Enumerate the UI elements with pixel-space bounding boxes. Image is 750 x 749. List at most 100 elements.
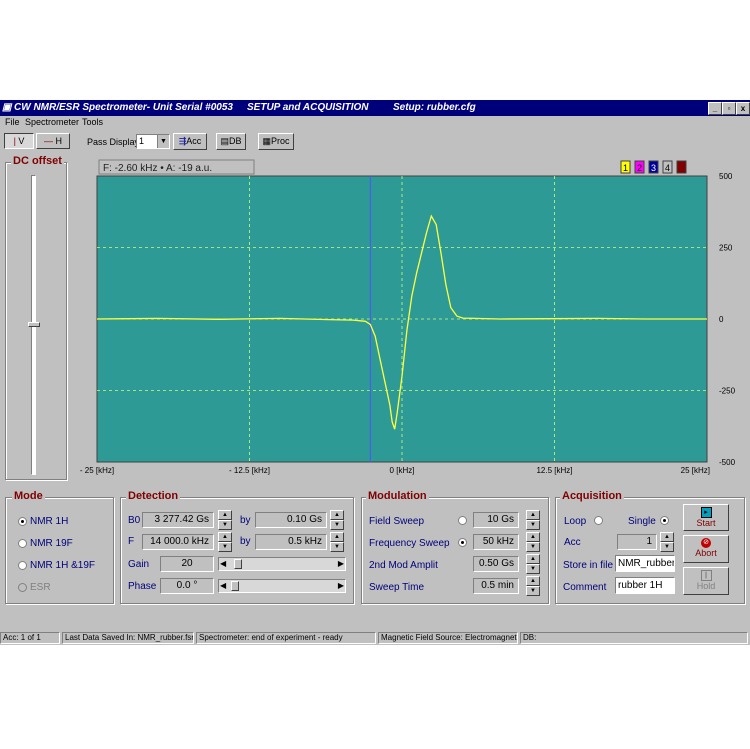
- x-tick-label: - 12.5 [kHz]: [229, 466, 270, 475]
- vertical-mode-button[interactable]: | V: [4, 133, 34, 149]
- gain-field[interactable]: 20: [160, 556, 214, 572]
- abort-button-label: Abort: [695, 548, 717, 558]
- hold-button[interactable]: ∥ Hold: [683, 567, 729, 595]
- single-label: Single: [628, 516, 656, 527]
- y-tick-label: 250: [719, 244, 733, 253]
- start-button-label: Start: [696, 518, 716, 528]
- b0-stepper[interactable]: ▲ ▼: [218, 510, 232, 530]
- b0-step-stepper[interactable]: ▲ ▼: [330, 510, 344, 530]
- mode-label: Mode: [12, 490, 45, 502]
- main-window: ▣ CW NMR/ESR Spectrometer- Unit Serial #…: [0, 100, 750, 645]
- spin-down-icon[interactable]: ▼: [660, 542, 674, 552]
- store-file-input[interactable]: NMR_rubber: [615, 555, 675, 572]
- spin-up-icon[interactable]: ▲: [330, 510, 344, 520]
- chevron-down-icon[interactable]: ▼: [157, 135, 169, 148]
- mode-radio[interactable]: [18, 517, 27, 526]
- phase-slider-thumb[interactable]: [231, 581, 240, 591]
- spin-down-icon[interactable]: ▼: [526, 564, 540, 574]
- frequency-sweep-field[interactable]: 50 kHz: [473, 534, 519, 550]
- gain-slider-thumb[interactable]: [234, 559, 243, 569]
- spin-down-icon[interactable]: ▼: [218, 520, 232, 530]
- sweep-time-stepper[interactable]: ▲ ▼: [526, 576, 540, 596]
- dc-offset-slider-thumb[interactable]: [28, 322, 40, 327]
- close-button[interactable]: x: [736, 102, 750, 115]
- spin-up-icon[interactable]: ▲: [526, 532, 540, 542]
- acc-count-label: Acc: [564, 537, 581, 548]
- setup-file-title: Setup: rubber.cfg: [393, 102, 476, 113]
- y-tick-label: 500: [719, 172, 733, 181]
- frequency-field[interactable]: 14 000.0 kHz: [142, 534, 214, 550]
- phase-slider[interactable]: ◀ ▶: [218, 579, 346, 593]
- mode-radio[interactable]: [18, 583, 27, 592]
- b0-step-field[interactable]: 0.10 Gs: [255, 512, 327, 528]
- menu-spectrometer[interactable]: Spectrometer: [25, 117, 79, 127]
- frequency-sweep-label: Frequency Sweep: [369, 538, 450, 549]
- acc-button[interactable]: ⇶Acc: [173, 133, 207, 150]
- mode-radio[interactable]: [18, 539, 27, 548]
- channel-label: 1: [623, 163, 628, 173]
- acc-count-field[interactable]: 1: [617, 534, 657, 550]
- y-tick-label: 0: [719, 315, 724, 324]
- spin-up-icon[interactable]: ▲: [660, 532, 674, 542]
- start-button[interactable]: ▸ Start: [683, 504, 729, 531]
- mod-amplitude-field[interactable]: 0.50 Gs: [473, 556, 519, 572]
- proc-button[interactable]: ▦Proc: [258, 133, 294, 150]
- mode-radio[interactable]: [18, 561, 27, 570]
- process-icon: ▦: [262, 136, 271, 146]
- frequency-step-stepper[interactable]: ▲ ▼: [330, 532, 344, 552]
- minimize-button[interactable]: _: [708, 102, 722, 115]
- frequency-sweep-stepper[interactable]: ▲ ▼: [526, 532, 540, 552]
- status-bar: Acc: 1 of 1 Last Data Saved In: NMR_rubb…: [0, 631, 750, 645]
- gain-slider[interactable]: ◀ ▶: [218, 557, 346, 571]
- maximize-button[interactable]: ▫: [722, 102, 736, 115]
- slider-left-icon[interactable]: ◀: [220, 581, 226, 590]
- field-sweep-field[interactable]: 10 Gs: [473, 512, 519, 528]
- comment-input[interactable]: rubber 1H: [615, 577, 675, 594]
- spin-down-icon[interactable]: ▼: [526, 542, 540, 552]
- spin-up-icon[interactable]: ▲: [526, 510, 540, 520]
- menu-tools[interactable]: Tools: [82, 117, 103, 127]
- spin-down-icon[interactable]: ▼: [526, 586, 540, 596]
- spin-up-icon[interactable]: ▲: [526, 576, 540, 586]
- spin-up-icon[interactable]: ▲: [218, 532, 232, 542]
- field-sweep-stepper[interactable]: ▲ ▼: [526, 510, 540, 530]
- spin-down-icon[interactable]: ▼: [330, 542, 344, 552]
- slider-right-icon[interactable]: ▶: [338, 559, 344, 568]
- status-spectrometer: Spectrometer: end of experiment - ready: [196, 632, 376, 644]
- loop-radio[interactable]: [594, 516, 603, 525]
- slider-right-icon[interactable]: ▶: [338, 581, 344, 590]
- spin-down-icon[interactable]: ▼: [330, 520, 344, 530]
- frequency-sweep-radio[interactable]: [458, 538, 467, 547]
- menu-file[interactable]: File: [5, 117, 20, 127]
- mode-option-label: NMR 19F: [30, 538, 73, 549]
- spin-down-icon[interactable]: ▼: [526, 520, 540, 530]
- mode-option-label: ESR: [30, 582, 51, 593]
- horizontal-mode-button[interactable]: — H: [36, 133, 70, 149]
- b0-field[interactable]: 3 277.42 Gs: [142, 512, 214, 528]
- pass-display-select[interactable]: 1 ▼: [136, 134, 170, 149]
- abort-button[interactable]: ⊘ Abort: [683, 535, 729, 563]
- slider-left-icon[interactable]: ◀: [220, 559, 226, 568]
- single-radio[interactable]: [660, 516, 669, 525]
- spin-up-icon[interactable]: ▲: [218, 510, 232, 520]
- mod-amplitude-stepper[interactable]: ▲ ▼: [526, 554, 540, 574]
- channel-label: 3: [651, 163, 656, 173]
- acc-count-stepper[interactable]: ▲ ▼: [660, 532, 674, 552]
- spin-up-icon[interactable]: ▲: [330, 532, 344, 542]
- title-bar: ▣ CW NMR/ESR Spectrometer- Unit Serial #…: [0, 100, 750, 116]
- b0-label: B0: [128, 515, 141, 526]
- y-tick-label: -500: [719, 458, 736, 467]
- channel-label: 5: [679, 163, 684, 173]
- phase-field[interactable]: 0.0 °: [160, 578, 214, 594]
- field-sweep-radio[interactable]: [458, 516, 467, 525]
- spin-down-icon[interactable]: ▼: [218, 542, 232, 552]
- spin-up-icon[interactable]: ▲: [526, 554, 540, 564]
- db-button-label: DB: [229, 136, 242, 146]
- x-tick-label: 12.5 [kHz]: [536, 466, 572, 475]
- frequency-stepper[interactable]: ▲ ▼: [218, 532, 232, 552]
- frequency-step-field[interactable]: 0.5 kHz: [255, 534, 327, 550]
- db-button[interactable]: ▤DB: [216, 133, 246, 150]
- sweep-time-field[interactable]: 0.5 min: [473, 578, 519, 594]
- horizontal-mode-label: H: [55, 136, 63, 146]
- spectrum-plot[interactable]: F: -2.60 kHz • A: -19 a.u. 1 2 3 4 5 500 250 0 -2…: [70, 158, 750, 478]
